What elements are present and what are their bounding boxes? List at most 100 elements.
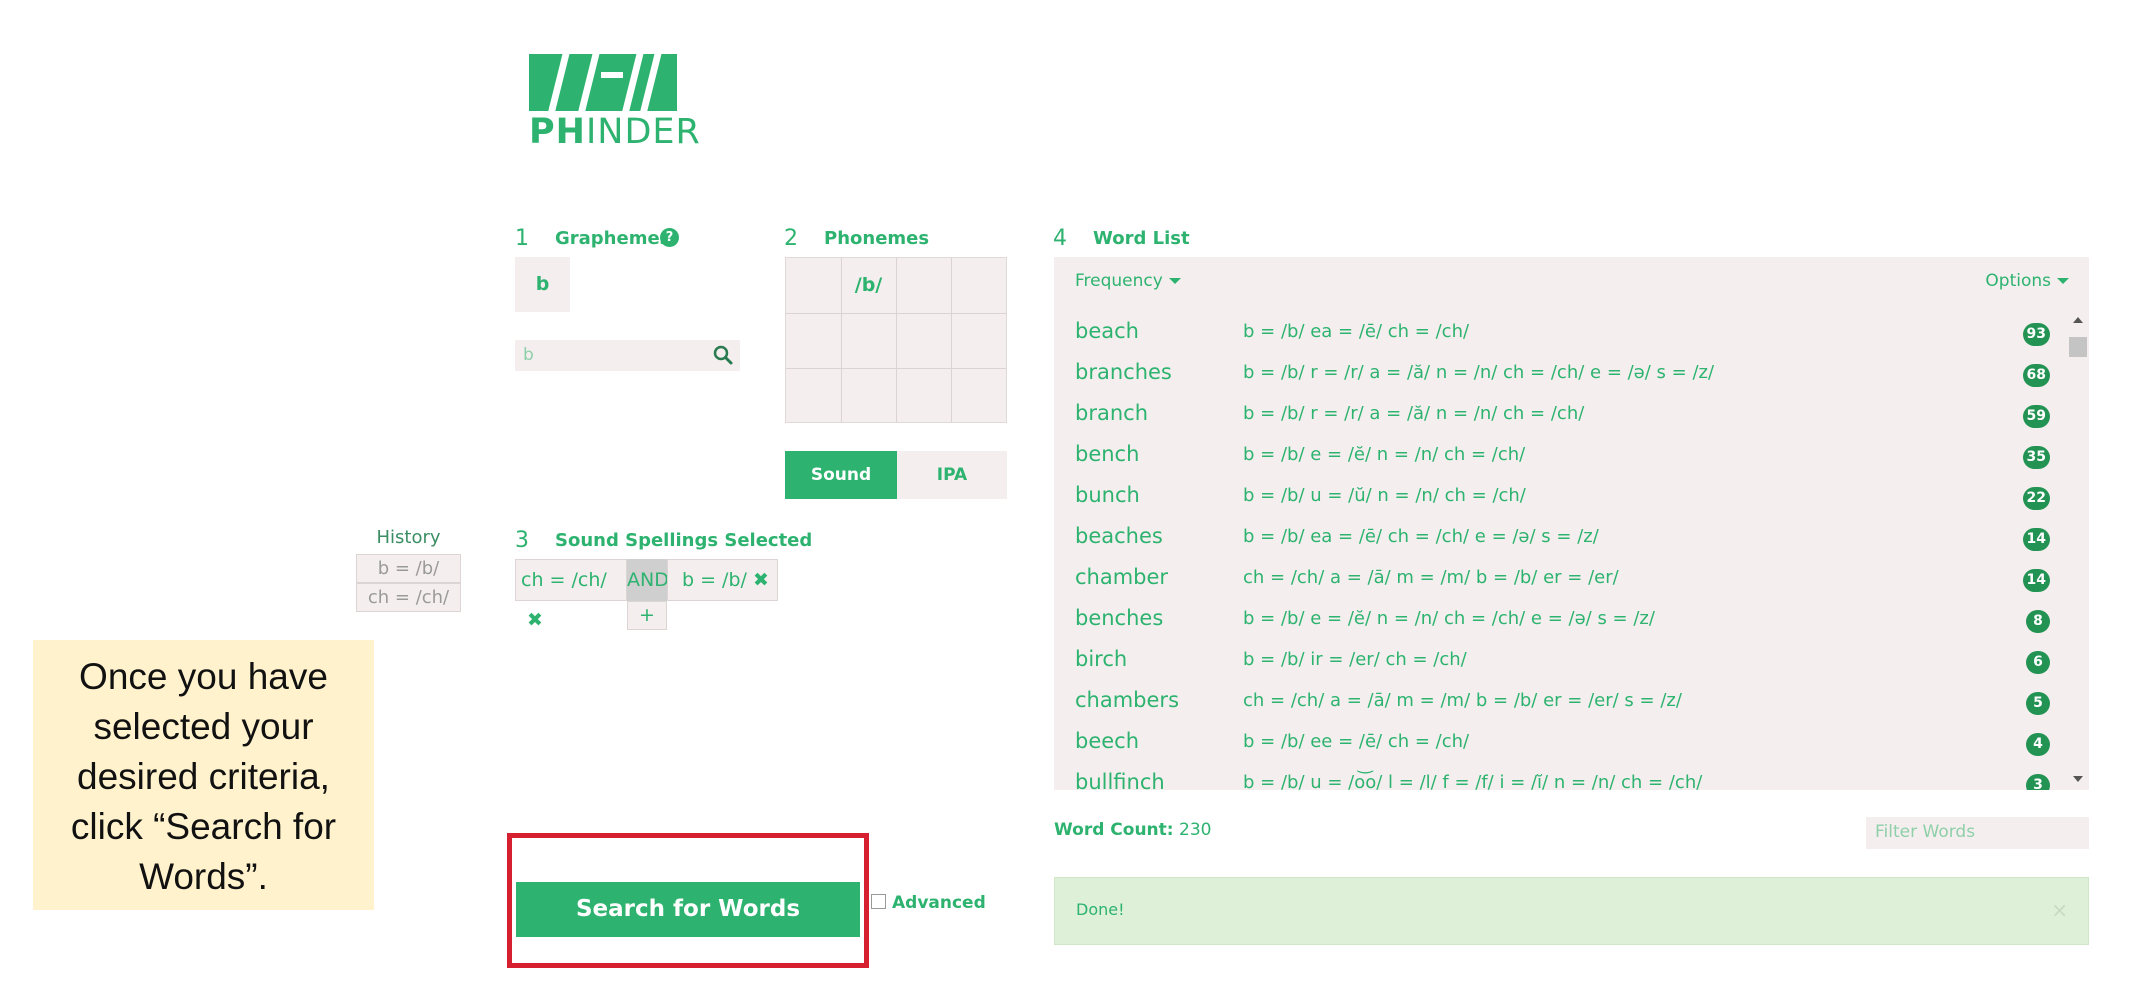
word[interactable]: benches [1075,606,1163,630]
phonemes-number: 2 [784,226,798,251]
word-spelling: b = /b/ r = /r/ a = /ă/ n = /n/ ch = /ch… [1243,362,1715,383]
word-spelling: b = /b/ ea = /ē/ ch = /ch/ e = /ə/ s = /… [1243,526,1599,547]
word-row[interactable]: birch b = /b/ ir = /er/ ch = /ch/6 [1054,641,2064,682]
word-row[interactable]: branches b = /b/ r = /r/ a = /ă/ n = /n/ … [1054,354,2064,395]
help-icon[interactable]: ? [660,228,679,247]
graphemes-number: 1 [515,226,529,251]
word-row[interactable]: chamber ch = /ch/ a = /ā/ m = /m/ b = /b/… [1054,559,2064,600]
caret-down-icon [2057,278,2069,284]
word[interactable]: beaches [1075,524,1163,548]
search-icon[interactable] [712,344,734,366]
frequency-badge: 4 [2026,733,2050,756]
word-row[interactable]: beaches b = /b/ ea = /ē/ ch = /ch/ e = /ə… [1054,518,2064,559]
frequency-badge: 35 [2022,446,2050,469]
word[interactable]: branches [1075,360,1172,384]
word-spelling: b = /b/ u = /o͝o/ l = /l/ f = /f/ i = /ĭ… [1243,772,1703,790]
word-row[interactable]: beech b = /b/ ee = /ē/ ch = /ch/4 [1054,723,2064,764]
logo-icon [529,54,677,111]
grapheme-search-input[interactable]: b [515,340,740,371]
word-row[interactable]: branch b = /b/ r = /r/ a = /ă/ n = /n/ ch… [1054,395,2064,436]
frequency-badge: 14 [2022,528,2050,551]
word-row[interactable]: bullfinch b = /b/ u = /o͝o/ l = /l/ f = /… [1054,764,2064,790]
callout-line: desired criteria, [77,756,330,797]
word[interactable]: bullfinch [1075,770,1165,790]
sound-code-toggle[interactable]: Sound Code [785,451,897,533]
phonemes-title: Phonemes [824,228,930,249]
history-item[interactable]: b = /b/ [356,554,461,583]
spelling-chip: ch = /ch/ ✖ [515,559,627,631]
word-count-value: 230 [1179,820,1212,840]
spelling-chip-label: ch = /ch/ [521,569,607,591]
search-for-words-button[interactable]: Search for Words [516,882,860,937]
wordlist-title: Word List [1093,228,1190,249]
word-row[interactable]: bunch b = /b/ u = /ŭ/ n = /n/ ch = /ch/22 [1054,477,2064,518]
and-operator[interactable]: AND [627,559,669,601]
word-spelling: b = /b/ u = /ŭ/ n = /n/ ch = /ch/ [1243,485,1526,506]
frequency-sort-dropdown[interactable]: Frequency [1075,271,1181,291]
word[interactable]: branch [1075,401,1148,425]
word-count: Word Count: 230 [1054,820,1211,840]
word-spelling: ch = /ch/ a = /ā/ m = /m/ b = /b/ er = /… [1243,690,1682,711]
word[interactable]: bunch [1075,483,1140,507]
word-spelling: b = /b/ ir = /er/ ch = /ch/ [1243,649,1467,670]
remove-icon[interactable]: ✖ [753,569,769,591]
frequency-badge: 14 [2022,569,2050,592]
word[interactable]: bench [1075,442,1139,466]
advanced-label[interactable]: Advanced [892,893,986,913]
word-row[interactable]: beach b = /b/ ea = /ē/ ch = /ch/93 [1054,313,2064,354]
word-spelling: b = /b/ r = /r/ a = /ă/ n = /n/ ch = /ch… [1243,403,1585,424]
callout-line: Words”. [139,856,268,897]
spelling-chip: b = /b/ ✖ [667,559,778,601]
spellings-number: 3 [515,528,529,553]
word-row[interactable]: benches b = /b/ e = /ĕ/ n = /n/ ch = /ch/… [1054,600,2064,641]
word-spelling: ch = /ch/ a = /ā/ m = /m/ b = /b/ er = /… [1243,567,1619,588]
frequency-badge: 22 [2022,487,2050,510]
frequency-badge: 6 [2026,651,2050,674]
remove-icon[interactable]: ✖ [527,609,543,631]
caret-down-icon [1168,278,1181,284]
word[interactable]: beach [1075,319,1139,343]
word-count-label: Word Count: [1054,820,1174,840]
word[interactable]: chamber [1075,565,1168,589]
callout-line: selected your [93,706,314,747]
scroll-up-icon[interactable] [2073,317,2083,323]
word-row[interactable]: bench b = /b/ e = /ĕ/ n = /n/ ch = /ch/35 [1054,436,2064,477]
grapheme-search-placeholder: b [523,345,534,365]
word[interactable]: beech [1075,729,1139,753]
filter-words-input[interactable]: Filter Words [1866,817,2089,849]
add-spelling-button[interactable]: + [627,601,667,630]
ipa-toggle[interactable]: IPA [897,451,1007,499]
word-spelling: b = /b/ e = /ĕ/ n = /n/ ch = /ch/ [1243,444,1526,465]
phoneme-grid: /b/ [785,257,1007,423]
callout-line: Once you have [79,656,328,697]
frequency-badge: 68 [2022,364,2050,387]
frequency-badge: 3 [2026,774,2050,790]
sort-label: Frequency [1075,271,1163,291]
history-label: History [376,527,441,548]
word[interactable]: birch [1075,647,1127,671]
history-item[interactable]: ch = /ch/ [356,583,461,612]
word-spelling: b = /b/ ee = /ē/ ch = /ch/ [1243,731,1470,752]
frequency-badge: 93 [2022,323,2050,346]
frequency-badge: 8 [2026,610,2050,633]
options-label: Options [1985,271,2051,291]
phoneme-b[interactable]: /b/ [841,258,896,313]
word-list-panel: Frequency Options beach b = /b/ ea = /ē/ … [1054,257,2089,790]
word-row[interactable]: chambers ch = /ch/ a = /ā/ m = /m/ b = /b… [1054,682,2064,723]
scroll-thumb[interactable] [2069,337,2087,357]
options-dropdown[interactable]: Options [1985,271,2069,291]
word-spelling: b = /b/ e = /ĕ/ n = /n/ ch = /ch/ e = /ə… [1243,608,1655,629]
frequency-badge: 5 [2026,692,2050,715]
close-icon[interactable]: × [2051,898,2068,922]
filter-placeholder: Filter Words [1875,822,1976,842]
logo-wordmark: PHINDER [529,112,701,152]
instruction-callout: Once you have selected your desired crit… [33,640,374,910]
scroll-down-icon[interactable] [2073,776,2083,782]
frequency-badge: 59 [2022,405,2050,428]
grapheme-b[interactable]: b [515,257,570,312]
word[interactable]: chambers [1075,688,1179,712]
status-text: Done! [1076,900,1125,919]
scrollbar[interactable] [2067,317,2089,782]
word-spelling: b = /b/ ea = /ē/ ch = /ch/ [1243,321,1470,342]
advanced-checkbox[interactable] [871,894,886,909]
